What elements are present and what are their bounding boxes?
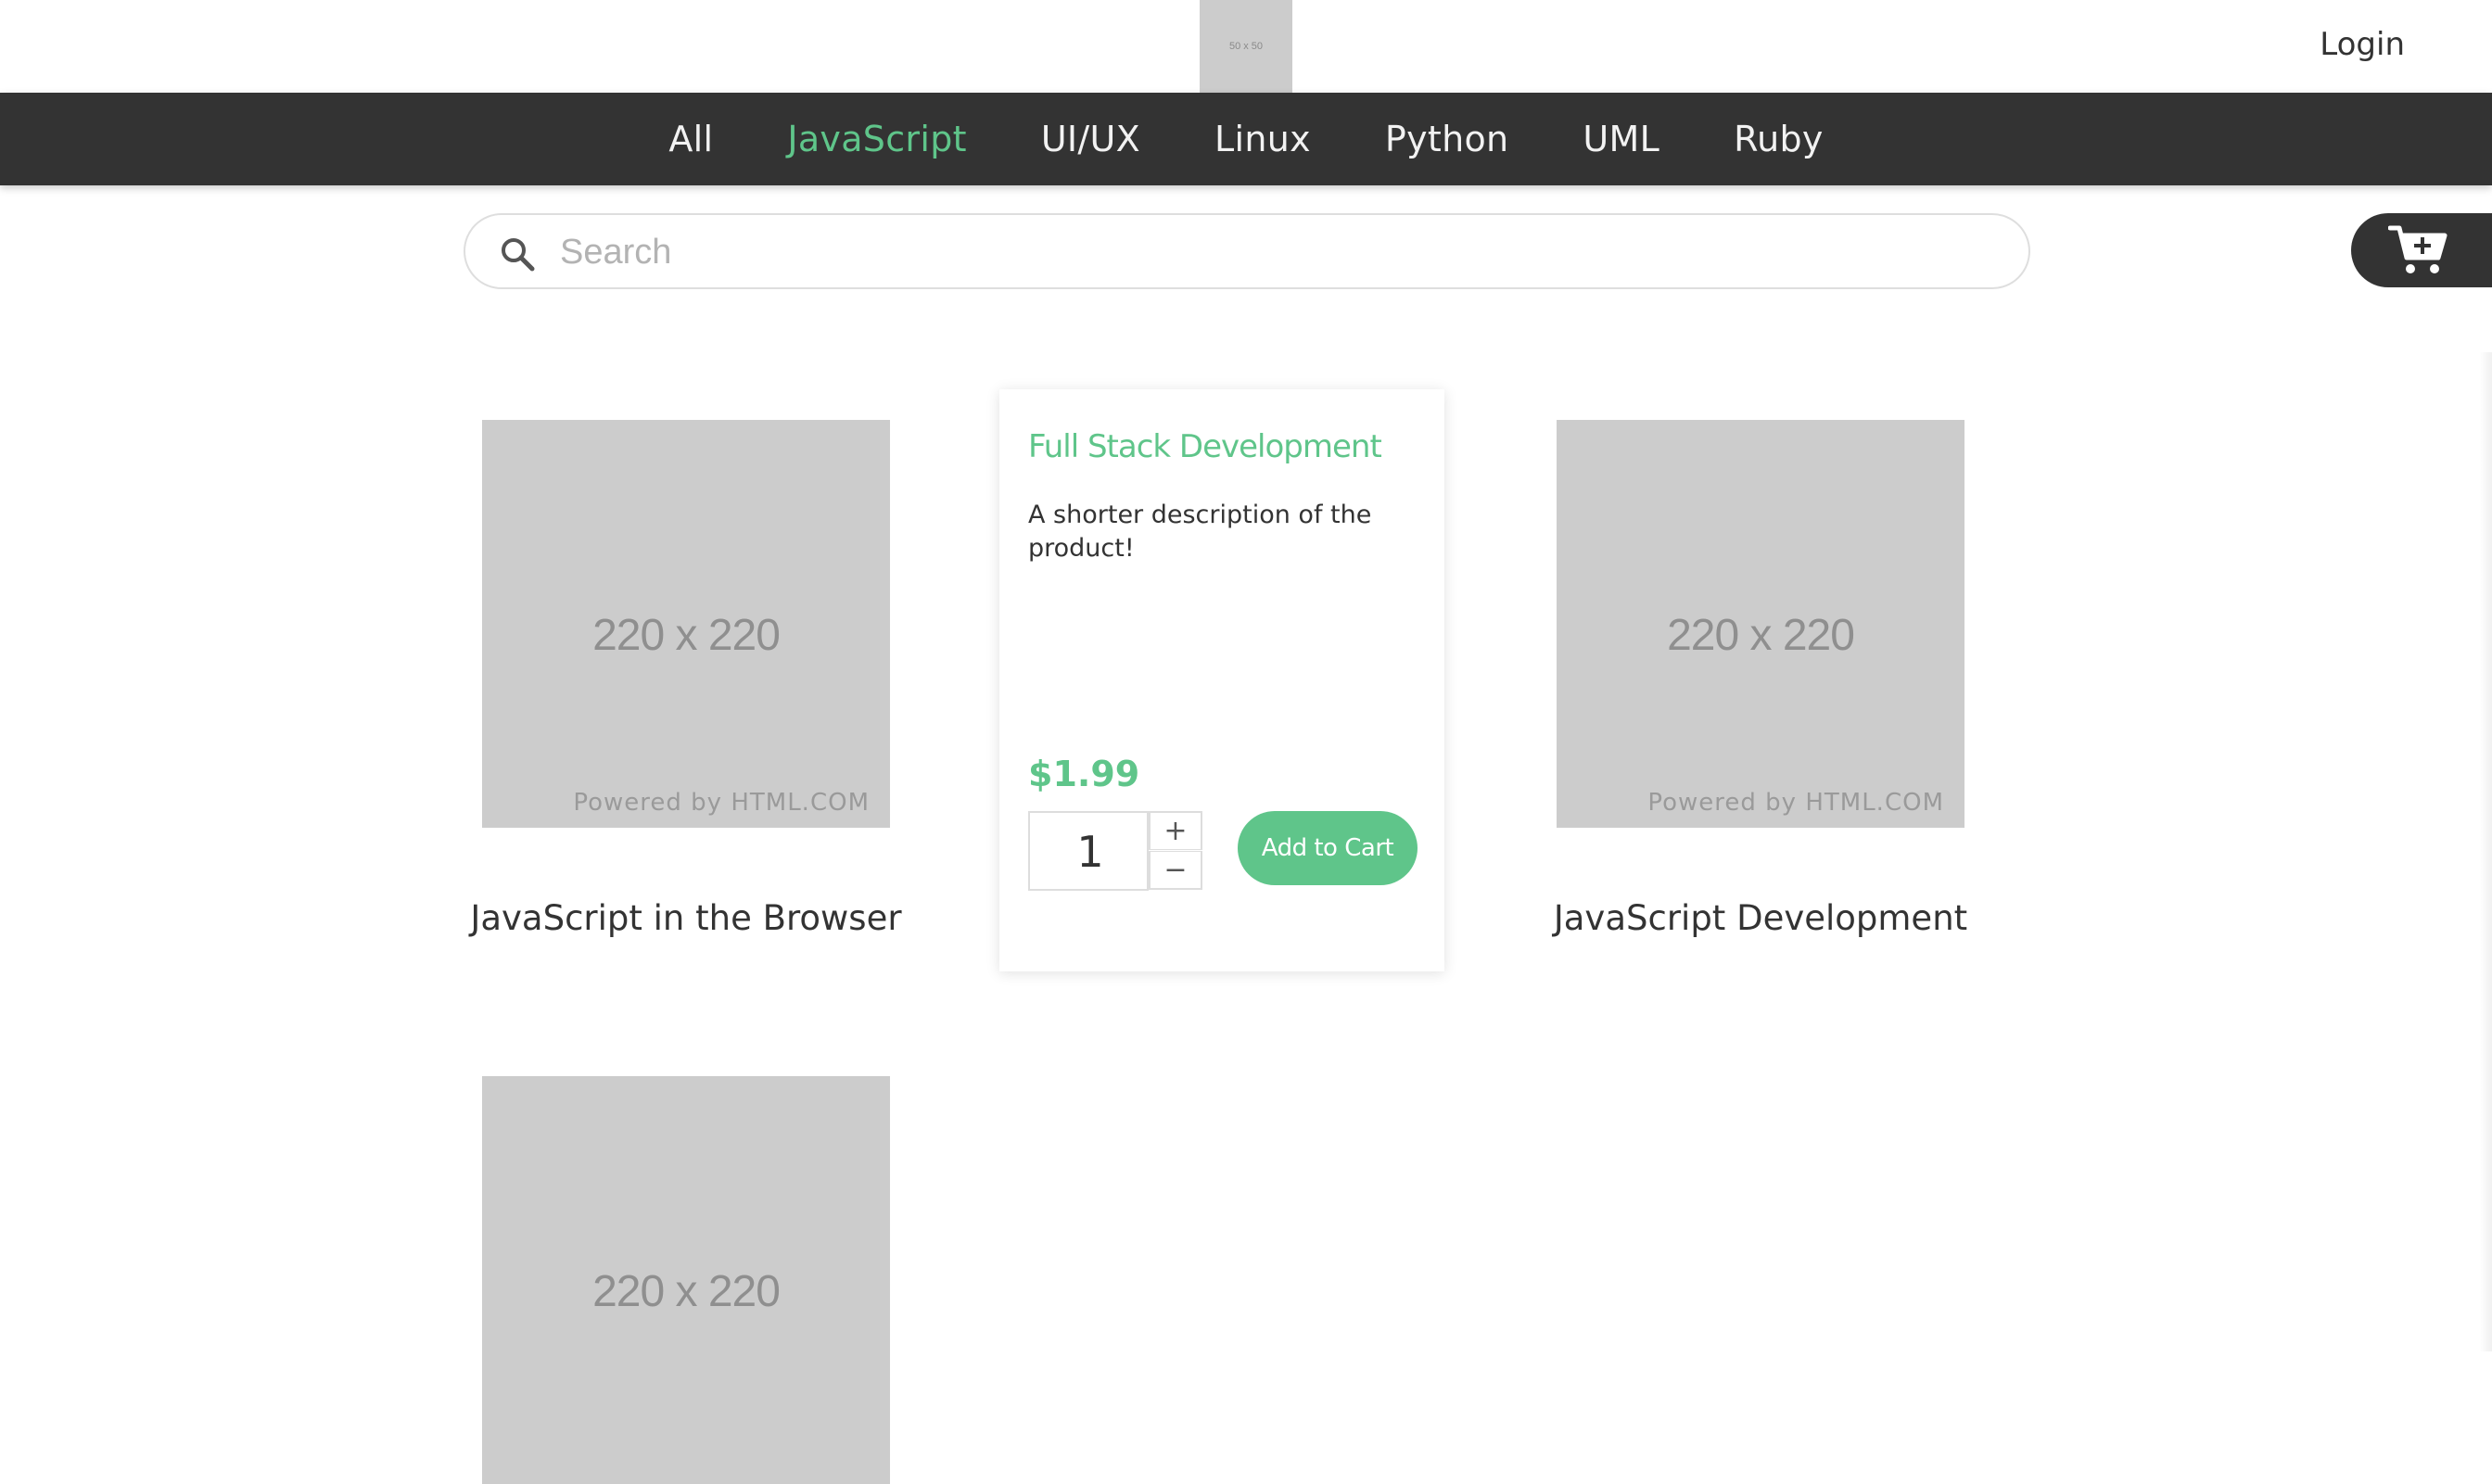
image-size-label: 220 x 220 (592, 1267, 781, 1316)
search-input[interactable] (558, 224, 1952, 280)
quantity-increment-button[interactable]: + (1149, 811, 1202, 850)
nav-item-all[interactable]: All (668, 119, 713, 159)
nav-item-ruby[interactable]: Ruby (1734, 119, 1824, 159)
image-size-label: 220 x 220 (592, 611, 781, 660)
product-title[interactable]: JavaScript in the Browser (426, 898, 946, 938)
category-nav: All JavaScript UI/UX Linux Python UML Ru… (0, 93, 2492, 185)
nav-item-uiux[interactable]: UI/UX (1041, 119, 1140, 159)
nav-item-uml[interactable]: UML (1583, 119, 1659, 159)
detail-description: A shorter description of the product! (1028, 501, 1372, 563)
cart-button[interactable] (2351, 213, 2492, 287)
product-detail-card: Full Stack Development A shorter descrip… (999, 389, 1444, 971)
image-size-label: 220 x 220 (1667, 611, 1855, 660)
quantity-field (1028, 811, 1149, 891)
logo-text: 50 x 50 (1228, 41, 1264, 52)
detail-title[interactable]: Full Stack Development (1028, 428, 1382, 465)
search-bar (464, 213, 2030, 289)
product-image[interactable]: 220 x 220 Powered by HTML.COM (482, 420, 890, 828)
nav-item-python[interactable]: Python (1385, 119, 1509, 159)
header: 50 x 50 Login (0, 0, 2492, 93)
logo[interactable]: 50 x 50 (1200, 0, 1292, 93)
nav-item-javascript[interactable]: JavaScript (787, 119, 966, 159)
product-image[interactable]: 220 x 220 (482, 1076, 890, 1484)
detail-price: $1.99 (1028, 754, 1140, 794)
image-credit: Powered by HTML.COM (573, 789, 870, 817)
side-panel-edge (2479, 352, 2492, 1351)
login-link[interactable]: Login (2320, 26, 2405, 63)
product-title[interactable]: JavaScript Development (1501, 898, 2020, 938)
nav-item-linux[interactable]: Linux (1214, 119, 1311, 159)
add-to-cart-button[interactable]: Add to Cart (1238, 811, 1418, 885)
image-credit: Powered by HTML.COM (1647, 789, 1944, 817)
search-icon (499, 235, 536, 273)
product-image[interactable]: 220 x 220 Powered by HTML.COM (1557, 420, 1964, 828)
quantity-input[interactable] (1032, 820, 1149, 883)
quantity-decrement-button[interactable]: − (1149, 851, 1202, 890)
